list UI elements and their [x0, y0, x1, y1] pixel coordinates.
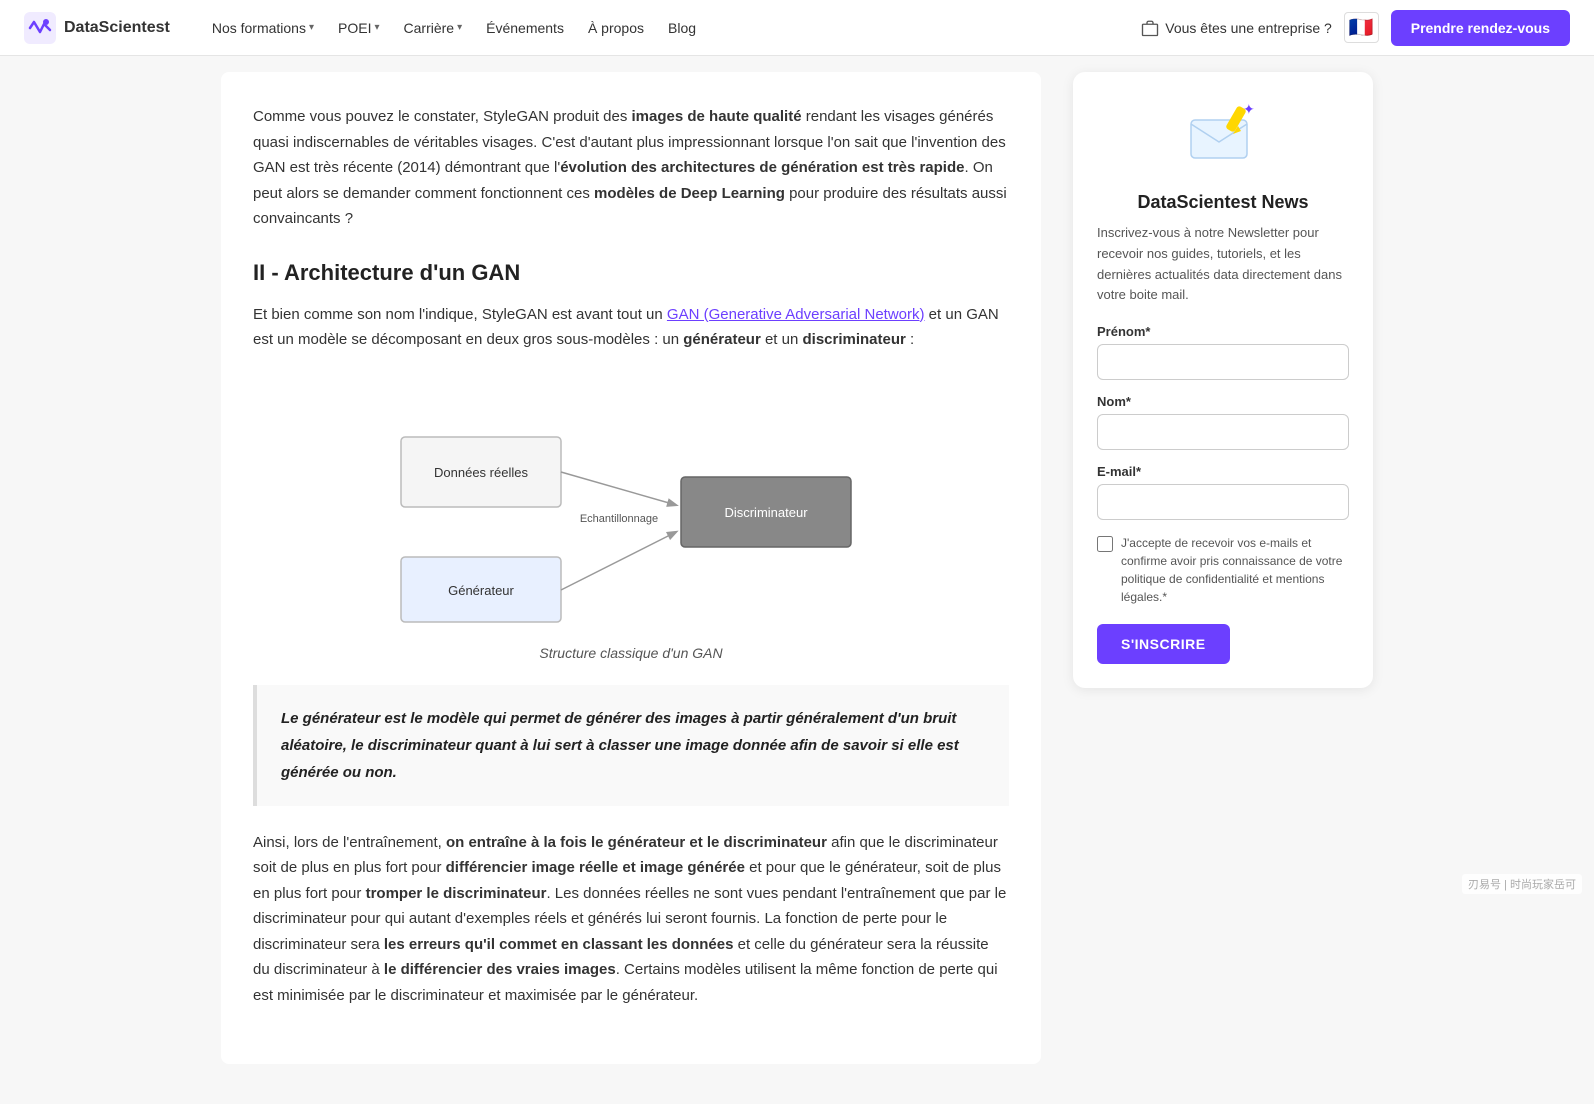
- consent-checkbox[interactable]: [1097, 536, 1113, 552]
- building-icon: [1141, 19, 1159, 37]
- article-intro: Comme vous pouvez le constater, StyleGAN…: [253, 104, 1009, 232]
- logo-text: DataScientest: [64, 19, 170, 37]
- cta-button[interactable]: Prendre rendez-vous: [1391, 10, 1570, 46]
- checkbox-row: J'accepte de recevoir vos e-mails et con…: [1097, 534, 1349, 606]
- email-input[interactable]: [1097, 484, 1349, 520]
- chevron-down-icon: ▾: [309, 22, 314, 33]
- svg-text:✦: ✦: [1243, 101, 1255, 117]
- article-paragraph-2: Ainsi, lors de l'entraînement, on entraî…: [253, 830, 1009, 1009]
- section-heading: II - Architecture d'un GAN: [253, 260, 1009, 286]
- nav-links: Nos formations ▾ POEI ▾ Carrière ▾ Événe…: [202, 14, 1133, 42]
- nav-nos-formations[interactable]: Nos formations ▾: [202, 14, 324, 42]
- newsletter-icon: ✦: [1183, 96, 1263, 176]
- article-body: Comme vous pouvez le constater, StyleGAN…: [221, 72, 1041, 1064]
- sidebar: ✦ DataScientest News Inscrivez-vous à no…: [1073, 72, 1373, 1064]
- watermark: 刃易号 | 时尚玩家岳可: [1462, 874, 1582, 894]
- section-text-1: Et bien comme son nom l'indique, StyleGA…: [253, 302, 1009, 353]
- logo[interactable]: DataScientest: [24, 12, 170, 44]
- newsletter-title: DataScientest News: [1097, 192, 1349, 213]
- enterprise-link[interactable]: Vous êtes une entreprise ?: [1141, 19, 1332, 37]
- svg-text:Données réelles: Données réelles: [434, 465, 528, 480]
- chevron-down-icon: ▾: [374, 22, 379, 33]
- nav-blog[interactable]: Blog: [658, 14, 706, 42]
- chevron-down-icon: ▾: [457, 22, 462, 33]
- main-content: Comme vous pouvez le constater, StyleGAN…: [221, 72, 1041, 1064]
- nav-apropos[interactable]: À propos: [578, 14, 654, 42]
- nav-poei[interactable]: POEI ▾: [328, 14, 390, 42]
- page-wrapper: Comme vous pouvez le constater, StyleGAN…: [197, 0, 1397, 1104]
- newsletter-icon-area: ✦: [1097, 96, 1349, 176]
- consent-label: J'accepte de recevoir vos e-mails et con…: [1121, 534, 1349, 606]
- nom-label: Nom*: [1097, 394, 1349, 409]
- svg-text:Discriminateur: Discriminateur: [724, 505, 808, 520]
- nav-right: Vous êtes une entreprise ? 🇫🇷 Prendre re…: [1141, 10, 1570, 46]
- gan-diagram: Données réelles Générateur Discriminateu…: [371, 377, 891, 637]
- prenom-input[interactable]: [1097, 344, 1349, 380]
- email-label: E-mail*: [1097, 464, 1349, 479]
- blockquote: Le générateur est le modèle qui permet d…: [253, 685, 1009, 806]
- newsletter-card: ✦ DataScientest News Inscrivez-vous à no…: [1073, 72, 1373, 688]
- prenom-label: Prénom*: [1097, 324, 1349, 339]
- language-selector[interactable]: 🇫🇷: [1344, 12, 1379, 43]
- svg-text:Générateur: Générateur: [448, 583, 514, 598]
- submit-button[interactable]: S'INSCRIRE: [1097, 624, 1230, 664]
- diagram-caption: Structure classique d'un GAN: [539, 645, 722, 661]
- logo-icon: [24, 12, 56, 44]
- nom-input[interactable]: [1097, 414, 1349, 450]
- diagram-container: Données réelles Générateur Discriminateu…: [253, 377, 1009, 661]
- navbar: DataScientest Nos formations ▾ POEI ▾ Ca…: [0, 0, 1594, 56]
- nav-carriere[interactable]: Carrière ▾: [394, 14, 473, 42]
- nav-evenements[interactable]: Événements: [476, 14, 574, 42]
- newsletter-desc: Inscrivez-vous à notre Newsletter pour r…: [1097, 223, 1349, 306]
- gan-link[interactable]: GAN (Generative Adversarial Network): [667, 306, 925, 323]
- svg-text:Echantillonnage: Echantillonnage: [580, 513, 658, 525]
